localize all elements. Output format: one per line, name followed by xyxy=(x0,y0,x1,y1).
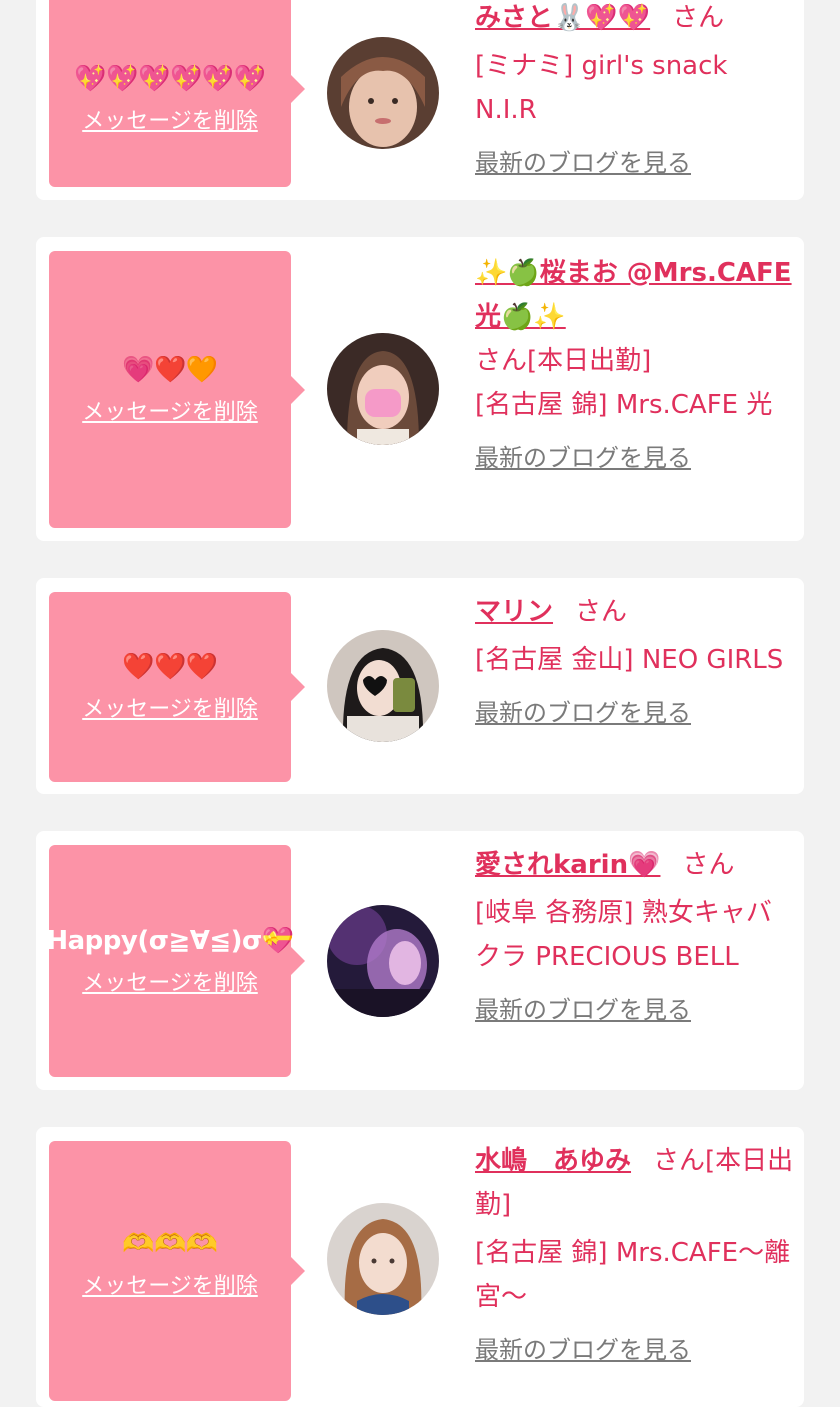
message-card: 💖💖💖💖💖💖 メッセージを削除 みさと🐰💖💖 さん [ミナミ] girl's sn… xyxy=(36,0,804,200)
card-info: みさと🐰💖💖 さん [ミナミ] girl's snack N.I.R 最新のブログ… xyxy=(475,0,795,185)
status-text: [本日出勤] xyxy=(527,346,652,376)
user-name-link[interactable]: 愛されkarin💗 xyxy=(475,850,660,880)
message-card: 🫶🫶🫶 メッセージを削除 水嶋 あゆみ さん[本日出勤] [名古屋 錦] Mrs.… xyxy=(36,1127,804,1407)
avatar[interactable] xyxy=(327,630,439,742)
user-name-link[interactable]: マリン xyxy=(475,597,553,627)
avatar-photo-icon xyxy=(327,333,439,445)
avatar[interactable] xyxy=(327,333,439,445)
card-info: マリン さん [名古屋 金山] NEO GIRLS 最新のブログを見る xyxy=(475,590,795,735)
shop-name: [名古屋 金山] NEO GIRLS xyxy=(475,645,784,675)
message-text: 💗❤️🧡 xyxy=(122,354,218,385)
latest-blog-link[interactable]: 最新のブログを見る xyxy=(475,995,691,1025)
message-card: Happy(σ≧∀≦)σ💝 メッセージを削除 愛されkarin💗 さん [岐阜 各… xyxy=(36,831,804,1090)
user-name-link[interactable]: 水嶋 あゆみ xyxy=(475,1146,631,1176)
latest-blog-link[interactable]: 最新のブログを見る xyxy=(475,443,691,473)
card-info: ✨🍏桜まお @Mrs.CAFE光🍏✨ さん[本日出勤] [名古屋 錦] Mrs.… xyxy=(475,251,795,480)
latest-blog-link[interactable]: 最新のブログを見る xyxy=(475,148,691,178)
shop-name: [ミナミ] girl's snack N.I.R xyxy=(475,51,728,125)
shop-name: [名古屋 錦] Mrs.CAFE～離宮～ xyxy=(475,1238,791,1312)
delete-message-link[interactable]: メッセージを削除 xyxy=(82,970,258,998)
message-text: Happy(σ≧∀≦)σ💝 xyxy=(46,926,294,956)
avatar-photo-icon xyxy=(327,630,439,742)
avatar-photo-icon xyxy=(327,1203,439,1315)
avatar-photo-icon xyxy=(327,37,439,149)
message-bubble: 🫶🫶🫶 メッセージを削除 xyxy=(49,1141,305,1401)
message-text: 🫶🫶🫶 xyxy=(122,1229,218,1259)
card-info: 愛されkarin💗 さん [岐阜 各務原] 熟女キャバクラ PRECIOUS BE… xyxy=(475,843,795,1032)
message-bubble: Happy(σ≧∀≦)σ💝 メッセージを削除 xyxy=(46,845,305,1077)
message-card: ❤️❤️❤️ メッセージを削除 マリン さん [名古屋 金山] NEO GIRLS… xyxy=(36,578,804,794)
user-name-link[interactable]: ✨🍏桜まお @Mrs.CAFE光🍏✨ xyxy=(475,258,792,332)
avatar[interactable] xyxy=(327,1203,439,1315)
avatar[interactable] xyxy=(327,905,439,1017)
message-text: 💖💖💖💖💖💖 xyxy=(74,63,266,94)
latest-blog-link[interactable]: 最新のブログを見る xyxy=(475,698,691,728)
avatar[interactable] xyxy=(327,37,439,149)
avatar-photo-icon xyxy=(327,905,439,1017)
honorific: さん xyxy=(475,346,528,376)
message-bubble: 💖💖💖💖💖💖 メッセージを削除 xyxy=(49,0,305,187)
delete-message-link[interactable]: メッセージを削除 xyxy=(82,696,258,724)
delete-message-link[interactable]: メッセージを削除 xyxy=(82,399,258,427)
message-bubble: ❤️❤️❤️ メッセージを削除 xyxy=(49,592,305,782)
delete-message-link[interactable]: メッセージを削除 xyxy=(82,108,258,136)
honorific: さん xyxy=(672,3,725,33)
shop-name: [岐阜 各務原] 熟女キャバクラ PRECIOUS BELL xyxy=(475,898,772,972)
honorific: さん xyxy=(575,597,628,627)
message-bubble: 💗❤️🧡 メッセージを削除 xyxy=(49,251,305,528)
message-card: 💗❤️🧡 メッセージを削除 ✨🍏桜まお @Mrs.CAFE光🍏✨ さん[本日出勤… xyxy=(36,237,804,541)
card-info: 水嶋 あゆみ さん[本日出勤] [名古屋 錦] Mrs.CAFE～離宮～ 最新のブ… xyxy=(475,1139,795,1372)
latest-blog-link[interactable]: 最新のブログを見る xyxy=(475,1335,691,1365)
user-name-link[interactable]: みさと🐰💖💖 xyxy=(475,3,650,33)
honorific: さん xyxy=(653,1146,706,1176)
message-text: ❤️❤️❤️ xyxy=(122,652,218,682)
shop-name: [名古屋 錦] Mrs.CAFE 光 xyxy=(475,390,773,420)
delete-message-link[interactable]: メッセージを削除 xyxy=(82,1273,258,1301)
honorific: さん xyxy=(682,850,735,880)
